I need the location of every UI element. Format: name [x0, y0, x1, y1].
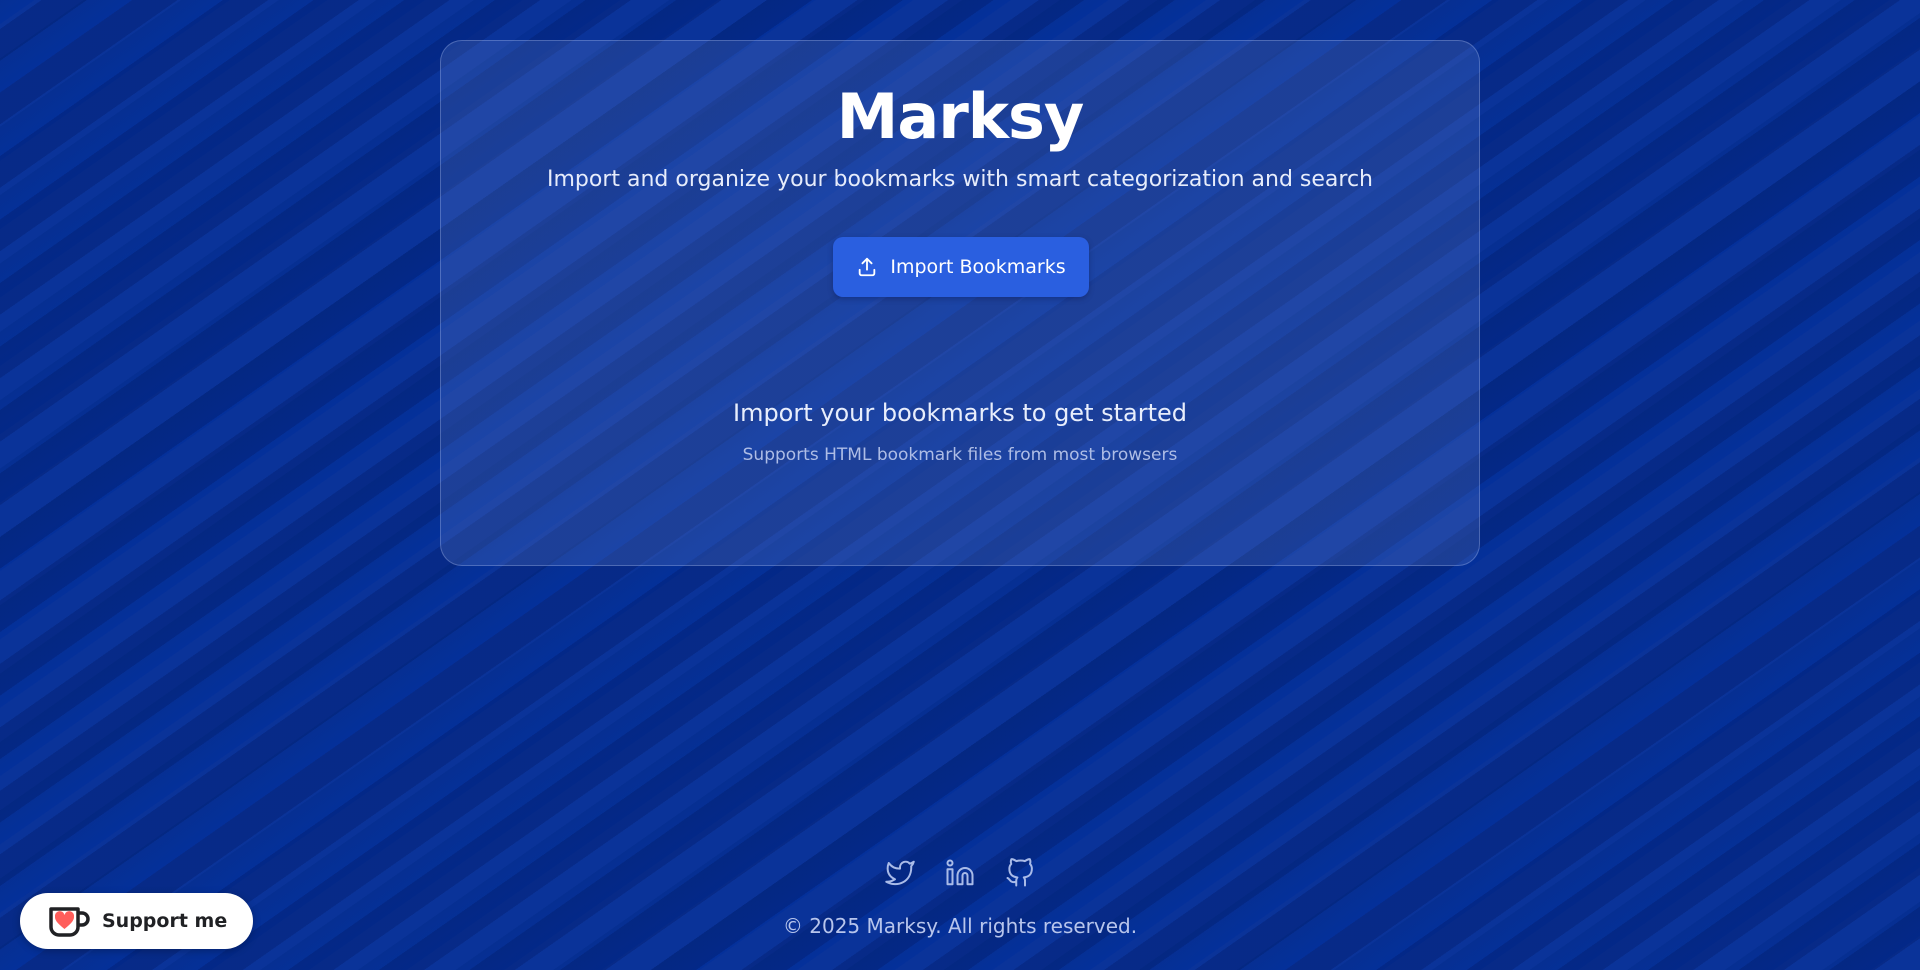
twitter-icon — [885, 858, 915, 888]
app-title: Marksy — [836, 80, 1085, 153]
github-link[interactable] — [1005, 858, 1035, 888]
upload-icon — [856, 256, 878, 278]
app-tagline: Import and organize your bookmarks with … — [547, 167, 1373, 192]
support-me-button[interactable]: Support me — [20, 893, 254, 949]
empty-state-title: Import your bookmarks to get started — [732, 399, 1188, 427]
main-card: Marksy Import and organize your bookmark… — [440, 40, 1480, 566]
github-icon — [1005, 858, 1035, 888]
import-bookmarks-label: Import Bookmarks — [890, 256, 1066, 278]
social-links — [0, 858, 1920, 888]
empty-state-hint: Supports HTML bookmark files from most b… — [742, 445, 1178, 465]
import-bookmarks-button[interactable]: Import Bookmarks — [833, 237, 1089, 297]
support-me-label: Support me — [102, 910, 228, 932]
linkedin-link[interactable] — [945, 858, 975, 888]
linkedin-icon — [945, 858, 975, 888]
twitter-link[interactable] — [885, 858, 915, 888]
copyright-text: © 2025 Marksy. All rights reserved. — [782, 914, 1138, 938]
ko-fi-cup-icon — [46, 903, 90, 939]
